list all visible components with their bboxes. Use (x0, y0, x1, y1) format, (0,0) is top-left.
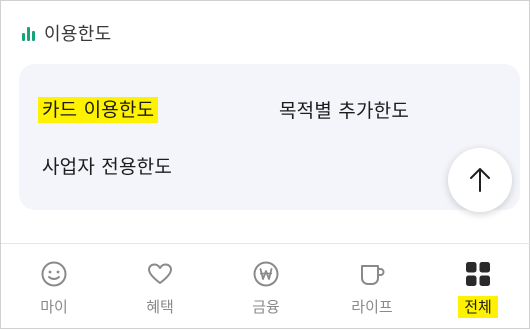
card-limit-link[interactable]: 카드 이용한도 (38, 95, 159, 123)
section-header: 이용한도 (22, 21, 111, 45)
tab-finance-label: 금융 (252, 298, 280, 316)
tab-all-label-text: 전체 (458, 296, 498, 318)
tab-my-label: 마이 (40, 298, 68, 316)
grid-icon (464, 260, 492, 288)
section-title: 이용한도 (44, 24, 112, 45)
tab-life[interactable]: 라이프 (319, 244, 425, 330)
bar-chart-icon (22, 25, 36, 41)
tab-life-label: 라이프 (351, 298, 393, 316)
business-limit-link[interactable]: 사업자 전용한도 (42, 152, 172, 179)
tab-all-label: 전체 (425, 296, 530, 318)
tab-all[interactable]: 전체 (425, 244, 530, 330)
limit-menu-panel: 카드 이용한도 목적별 추가한도 사업자 전용한도 (19, 64, 520, 210)
app-frame: 이용한도 카드 이용한도 목적별 추가한도 사업자 전용한도 마이 혜택 금융 … (0, 0, 530, 329)
smile-icon (40, 260, 68, 288)
won-coin-icon (252, 260, 280, 288)
scroll-top-button[interactable] (448, 148, 512, 212)
tab-my[interactable]: 마이 (1, 244, 107, 330)
heart-icon (146, 260, 174, 288)
cup-icon (358, 260, 386, 288)
purpose-limit-link[interactable]: 목적별 추가한도 (279, 96, 409, 123)
bottom-tab-bar: 마이 혜택 금융 라이프 전체 (1, 244, 530, 330)
arrow-up-icon (470, 168, 490, 192)
tab-benefits-label: 혜택 (146, 298, 174, 316)
card-limit-label: 카드 이용한도 (38, 97, 159, 123)
tab-benefits[interactable]: 혜택 (107, 244, 213, 330)
tab-finance[interactable]: 금융 (213, 244, 319, 330)
